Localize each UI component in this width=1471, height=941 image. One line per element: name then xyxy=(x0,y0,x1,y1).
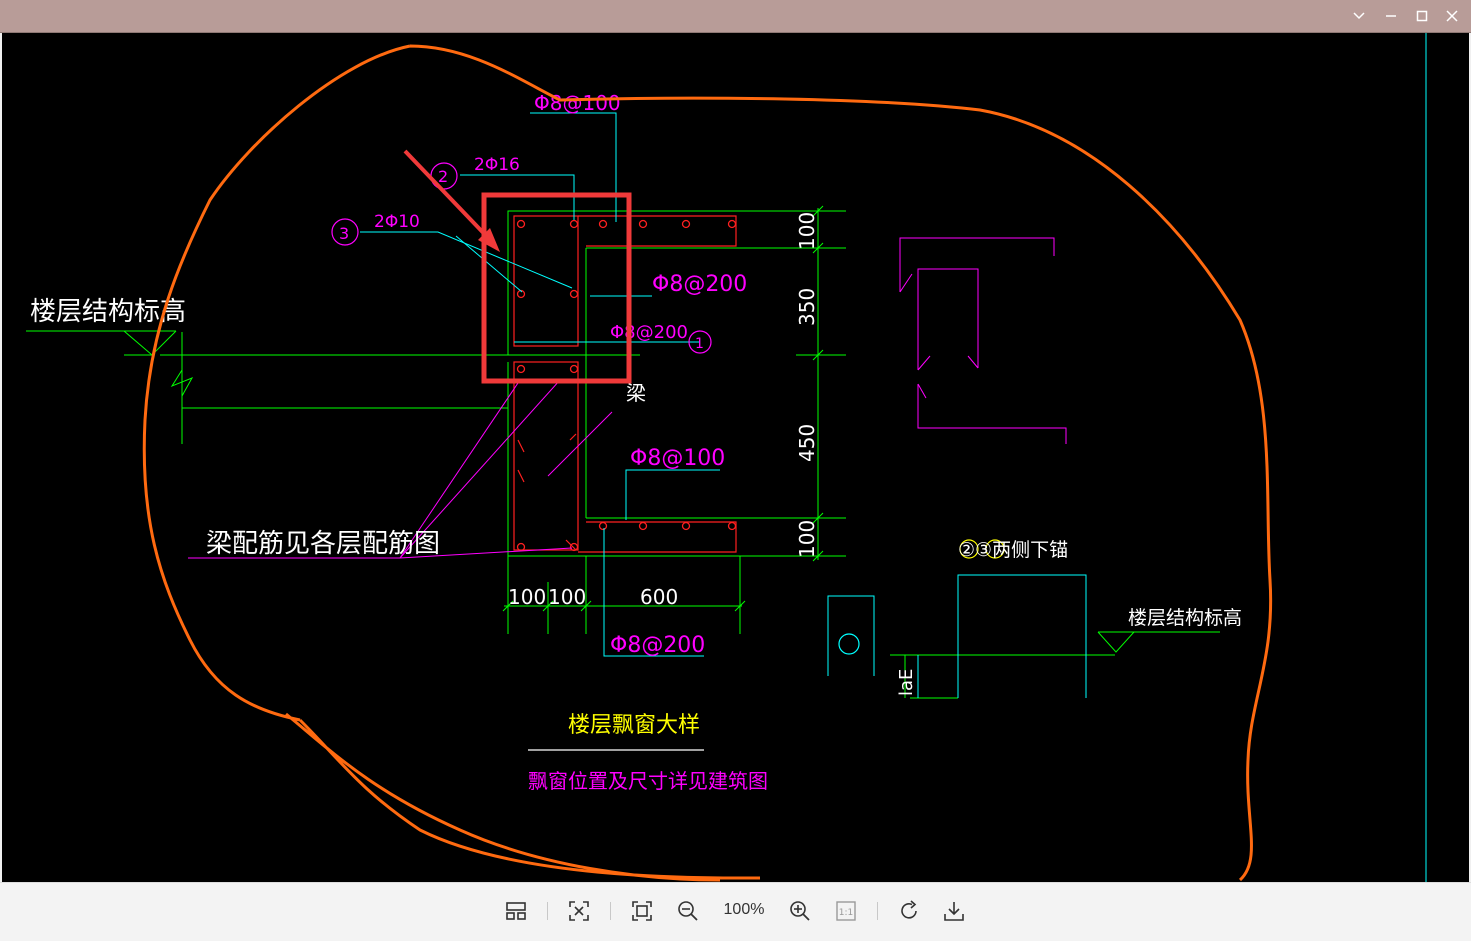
cad-drawing: Φ8@100 2Φ16 2Φ10 2 3 1 Φ8@200 Φ8@200 梁 Φ… xyxy=(26,33,1427,882)
rotate-icon[interactable] xyxy=(894,896,924,926)
rebar-middle-label: Φ8@200 xyxy=(610,322,688,343)
anchor-note-label: ②③两侧下锚 xyxy=(958,539,1068,561)
floor-level-label-right: 楼层结构标高 xyxy=(1128,607,1242,629)
svg-text:1:1: 1:1 xyxy=(839,908,853,918)
rebar-2-label: 2Φ16 xyxy=(474,155,520,175)
dim-h-600: 600 xyxy=(640,585,678,609)
dim-v-100-bottom: 100 xyxy=(795,520,819,558)
beam-note-label: 梁配筋见各层配筋图 xyxy=(206,529,440,559)
dim-v-100-top: 100 xyxy=(795,212,819,250)
close-icon[interactable] xyxy=(1436,4,1468,28)
image-viewport[interactable]: Φ8@100 2Φ16 2Φ10 2 3 1 Φ8@200 Φ8@200 梁 Φ… xyxy=(2,33,1469,882)
markup-red-box xyxy=(481,192,632,384)
viewer-toolbar: 100% 1:1 xyxy=(0,882,1471,941)
rebar-bottom-dim-label: Φ8@200 xyxy=(610,633,705,658)
rebar-bottom-slab-label: Φ8@100 xyxy=(630,446,725,471)
drawing-subtitle: 飘窗位置及尺寸详见建筑图 xyxy=(528,769,768,793)
dim-h-100-b: 100 xyxy=(548,585,586,609)
dim-h-100-a: 100 xyxy=(508,585,546,609)
dim-v-350: 350 xyxy=(795,288,819,326)
fullscreen-icon[interactable] xyxy=(627,896,657,926)
fit-icon[interactable] xyxy=(564,896,594,926)
maximize-icon[interactable] xyxy=(1406,4,1438,28)
layout-icon[interactable] xyxy=(501,896,531,926)
collapse-chevron-icon[interactable] xyxy=(1343,4,1375,28)
zoom-out-icon[interactable] xyxy=(673,896,703,926)
actual-size-icon[interactable]: 1:1 xyxy=(831,896,861,926)
zoom-level: 100% xyxy=(723,901,765,918)
lae-label: laE xyxy=(896,669,917,696)
concrete-outline xyxy=(513,215,737,553)
minimize-icon[interactable] xyxy=(1375,4,1407,28)
rebar-top-slab-label: Φ8@200 xyxy=(652,272,747,297)
download-icon[interactable] xyxy=(939,896,969,926)
circle-3-label: 3 xyxy=(339,224,349,243)
drawing-title: 楼层飘窗大样 xyxy=(568,713,700,738)
zoom-in-icon[interactable] xyxy=(785,896,815,926)
circle-1-label: 1 xyxy=(695,336,704,352)
beam-label: 梁 xyxy=(626,381,646,405)
rebar-3-label: 2Φ10 xyxy=(374,212,420,232)
window-titlebar xyxy=(0,0,1471,33)
dim-v-450: 450 xyxy=(795,424,819,462)
circle-2-label: 2 xyxy=(438,167,448,186)
